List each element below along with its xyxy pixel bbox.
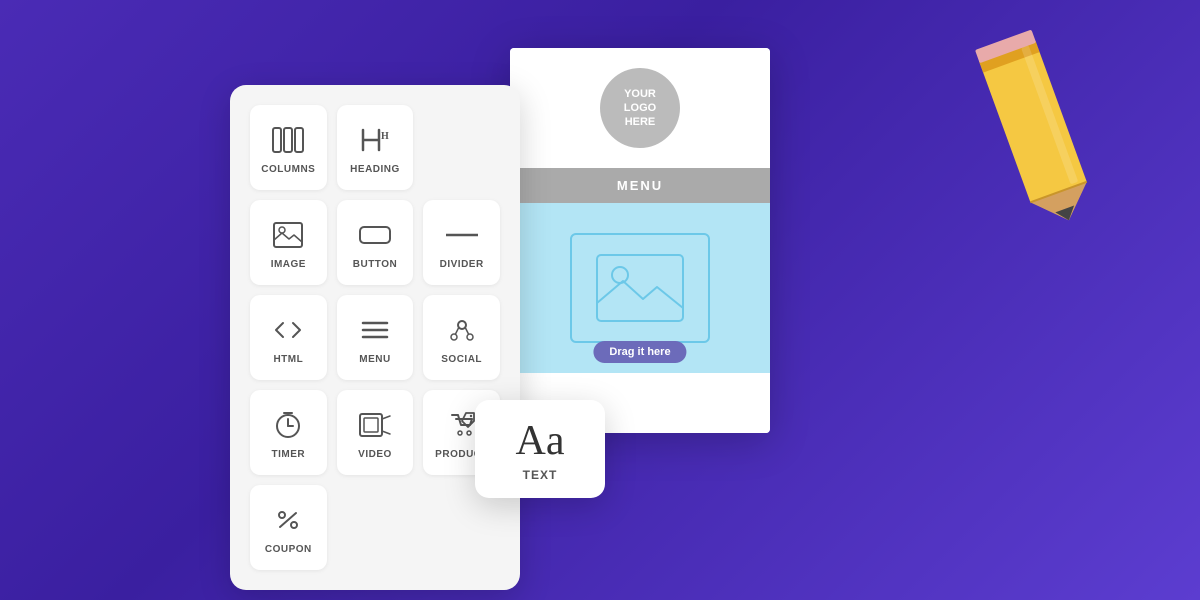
email-header: YOUR LOGO HERE: [510, 48, 770, 168]
coupon-icon: [272, 504, 304, 536]
timer-icon: [272, 409, 304, 441]
widget-item-social[interactable]: SOCIAL: [423, 295, 500, 380]
widget-grid: COLUMNS H HEADING IMAG: [250, 105, 500, 570]
product-icon: [446, 409, 478, 441]
widget-item-coupon[interactable]: COUPON: [250, 485, 327, 570]
widget-item-menu[interactable]: MENU: [337, 295, 414, 380]
widget-label-social: SOCIAL: [441, 354, 482, 365]
widget-label-coupon: COUPON: [265, 544, 312, 555]
heading-icon: H: [359, 124, 391, 156]
menu-label: MENU: [617, 178, 663, 193]
widget-item-button[interactable]: BUTTON: [337, 200, 414, 285]
html-icon: [272, 314, 304, 346]
email-preview: YOUR LOGO HERE MENU Drag it here: [510, 48, 770, 433]
widget-label-html: HTML: [273, 354, 303, 365]
widget-label-divider: DIVIDER: [440, 259, 484, 270]
columns-icon: [272, 124, 304, 156]
image-placeholder: [570, 233, 710, 343]
divider-icon: [446, 219, 478, 251]
widget-label-image: IMAGE: [271, 259, 306, 270]
video-icon: [359, 409, 391, 441]
widget-label-timer: TIMER: [272, 449, 306, 460]
text-symbol: Aa: [516, 420, 565, 462]
button-icon: [359, 219, 391, 251]
widget-item-heading[interactable]: H HEADING: [337, 105, 414, 190]
widget-item-html[interactable]: HTML: [250, 295, 327, 380]
email-menu-bar: MENU: [510, 168, 770, 203]
text-drag-card[interactable]: Aa TEXT: [475, 400, 605, 498]
widget-label-button: BUTTON: [353, 259, 397, 270]
widget-label-columns: COLUMNS: [261, 164, 315, 175]
logo-placeholder: YOUR LOGO HERE: [600, 68, 680, 148]
widget-label-menu: MENU: [359, 354, 390, 365]
widget-item-divider[interactable]: DIVIDER: [423, 200, 500, 285]
widget-panel: COLUMNS H HEADING IMAG: [230, 85, 520, 590]
drag-here-label: Drag it here: [609, 346, 670, 358]
widget-item-image[interactable]: IMAGE: [250, 200, 327, 285]
widget-item-video[interactable]: VIDEO: [337, 390, 414, 475]
widget-item-columns[interactable]: COLUMNS: [250, 105, 327, 190]
widget-item-timer[interactable]: TIMER: [250, 390, 327, 475]
widget-item-empty: [423, 105, 500, 190]
pencil-decoration: [963, 5, 1137, 215]
logo-text: YOUR LOGO HERE: [624, 87, 656, 130]
image-icon: [272, 219, 304, 251]
menu-icon: [359, 314, 391, 346]
svg-text:H: H: [381, 131, 389, 142]
drag-here-button[interactable]: Drag it here: [593, 341, 686, 363]
widget-label-heading: HEADING: [350, 164, 400, 175]
widget-label-video: VIDEO: [358, 449, 392, 460]
email-image-section: Drag it here: [510, 203, 770, 373]
text-card-label: TEXT: [523, 468, 558, 482]
social-icon: [446, 314, 478, 346]
